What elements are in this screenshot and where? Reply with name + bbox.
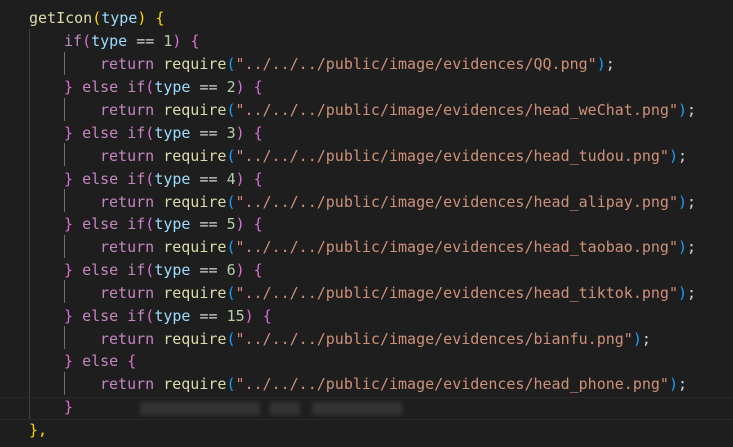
code-line-close-brace: } xyxy=(64,398,74,416)
function-name: getIcon xyxy=(29,9,93,27)
indent-guide-active xyxy=(64,280,65,303)
indent-guide xyxy=(29,29,30,420)
code-line-else-if: } else if(type == 4) { xyxy=(64,170,263,188)
code-line-else-if: } else if(type == 2) { xyxy=(64,78,263,96)
code-line-return: return require("../../../public/image/ev… xyxy=(100,330,651,348)
indent-guide-active xyxy=(64,98,65,121)
paren: ( xyxy=(92,9,102,27)
code-line-else-if: } else if(type == 5) { xyxy=(64,215,263,233)
code-line-return: return require("../../../public/image/ev… xyxy=(100,193,697,211)
code-line-return: return require("../../../public/image/ev… xyxy=(100,101,697,119)
code-line-return: return require("../../../public/image/ev… xyxy=(100,147,688,165)
code-line-return: return require("../../../public/image/ev… xyxy=(100,55,615,73)
paren: ) xyxy=(137,9,147,27)
code-line-return: return require("../../../public/image/ev… xyxy=(100,238,697,256)
code-line-else-if: } else if(type == 15) { xyxy=(64,307,272,325)
code-line-close-function: }, xyxy=(29,421,48,439)
blurred-inline-hint xyxy=(140,402,260,415)
blurred-inline-hint xyxy=(270,402,300,415)
indent-guide-active xyxy=(64,235,65,258)
indent-guide-active xyxy=(64,326,65,349)
indent-guide-active xyxy=(64,189,65,212)
code-editor[interactable]: getIcon(type) { if(type == 1) { return r… xyxy=(0,0,733,447)
code-line-else: } else { xyxy=(64,352,137,370)
code-line-if: if(type == 1) { xyxy=(64,32,200,50)
indent-guide-active xyxy=(64,52,65,75)
blurred-inline-hint xyxy=(312,402,402,415)
code-line-return: return require("../../../public/image/ev… xyxy=(100,284,697,302)
code-line-function-signature: getIcon(type) { xyxy=(29,7,164,30)
code-line-else-if: } else if(type == 3) { xyxy=(64,124,263,142)
code-line-else-if: } else if(type == 6) { xyxy=(64,261,263,279)
code-line-return: return require("../../../public/image/ev… xyxy=(100,375,688,393)
indent-guide-active xyxy=(64,372,65,395)
param-name: type xyxy=(101,9,138,27)
indent-guide-active xyxy=(64,143,65,166)
brace: { xyxy=(155,9,165,27)
